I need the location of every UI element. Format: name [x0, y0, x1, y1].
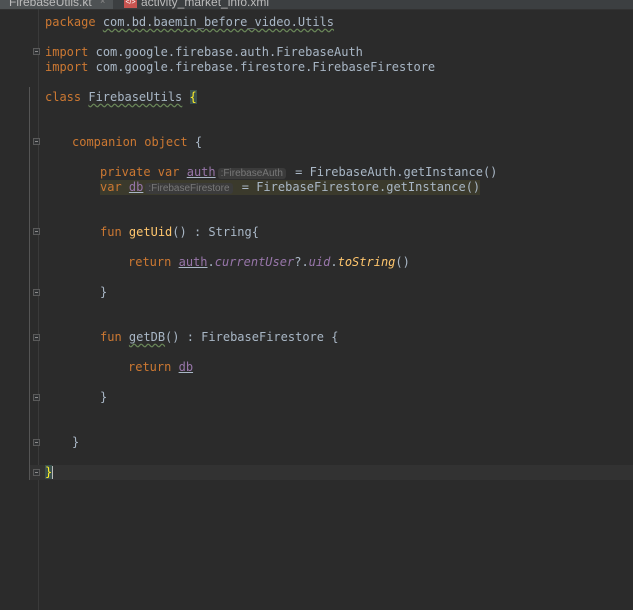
function-call: toString [337, 255, 396, 269]
property-db: db [128, 180, 144, 194]
brace: } [100, 390, 108, 404]
brace: } [72, 435, 80, 449]
dot: . [207, 255, 215, 269]
keyword: return [128, 360, 172, 374]
fold-marker-icon[interactable] [33, 469, 40, 476]
function-name: getDB [128, 330, 166, 344]
code-line-companion[interactable]: companion object { [72, 135, 202, 150]
property-current-user: currentUser [214, 255, 295, 269]
fold-marker-icon[interactable] [33, 394, 40, 401]
code-line-db[interactable]: var db:FirebaseFirestore = FirebaseFires… [100, 180, 481, 195]
text-cursor [52, 466, 54, 479]
type-hint: :FirebaseAuth [217, 168, 286, 179]
property-auth: auth [178, 255, 208, 269]
code-line-close-getuid[interactable]: } [100, 285, 107, 300]
brace: { [187, 135, 203, 149]
dot: . [330, 255, 338, 269]
code-line-return-uid[interactable]: return auth.currentUser?.uid.toString() [128, 255, 410, 270]
code-line-import-1[interactable]: import com.google.firebase.auth.Firebase… [45, 45, 363, 60]
code-line-close-class[interactable]: } [45, 465, 54, 480]
keyword: return [128, 255, 172, 269]
keyword: class [45, 90, 82, 104]
keyword: fun [100, 225, 122, 239]
code-line-fun-getuid[interactable]: fun getUid() : String{ [100, 225, 259, 240]
keyword: import [45, 45, 89, 59]
code-line-auth[interactable]: private var auth:FirebaseAuth = Firebase… [100, 165, 497, 180]
parens: () [395, 255, 410, 269]
brace-match: { [189, 90, 197, 104]
tab-label: FirebaseUtils.kt [9, 0, 92, 9]
code-line-class[interactable]: class FirebaseUtils { [45, 90, 197, 105]
import-path: com.google.firebase.auth.FirebaseAuth [95, 45, 363, 59]
keyword: import [45, 60, 89, 74]
fold-marker-icon[interactable] [33, 289, 40, 296]
import-path: com.google.firebase.firestore.FirebaseFi… [95, 60, 436, 74]
type-hint: :FirebaseFirestore [145, 183, 233, 194]
package-name: com.bd.baemin_before_video.Utils [102, 15, 334, 29]
tab-firebaseutils[interactable]: FirebaseUtils.kt × [0, 0, 113, 9]
code-line-return-db[interactable]: return db [128, 360, 193, 375]
fold-marker-icon[interactable] [33, 48, 40, 55]
fold-marker-icon[interactable] [33, 138, 40, 145]
tab-activity-market-info[interactable]: </> activity_market_info.xml [120, 0, 320, 9]
code-line-import-2[interactable]: import com.google.firebase.firestore.Fir… [45, 60, 435, 75]
fold-marker-icon[interactable] [33, 439, 40, 446]
tab-label: activity_market_info.xml [141, 0, 270, 9]
tab-close-icon[interactable]: × [100, 0, 105, 8]
signature: () : String{ [172, 225, 259, 239]
property-db: db [178, 360, 194, 374]
keyword: private var [100, 165, 180, 179]
initializer: = FirebaseFirestore.getInstance() [234, 180, 481, 194]
keyword: package [45, 15, 96, 29]
keyword: companion object [72, 135, 188, 149]
signature: () : FirebaseFirestore { [165, 330, 339, 344]
code-line-fun-getdb[interactable]: fun getDB() : FirebaseFirestore { [100, 330, 338, 345]
brace: } [100, 285, 108, 299]
code-line-package[interactable]: package com.bd.baemin_before_video.Utils [45, 15, 334, 30]
property-uid: uid [308, 255, 331, 269]
safe-call: ?. [294, 255, 309, 269]
code-line-close-companion[interactable]: } [72, 435, 79, 450]
current-line-highlight [30, 465, 633, 480]
gutter-separator [38, 9, 39, 610]
keyword: fun [100, 330, 122, 344]
editor-tab-bar: FirebaseUtils.kt × </> activity_market_i… [0, 0, 633, 10]
code-line-close-getdb[interactable]: } [100, 390, 107, 405]
fold-guide [29, 87, 30, 480]
property-auth: auth [186, 165, 216, 179]
xml-file-icon: </> [124, 0, 137, 8]
fold-marker-icon[interactable] [33, 334, 40, 341]
function-name: getUid [128, 225, 173, 239]
brace-match: } [45, 465, 53, 479]
class-name: FirebaseUtils [88, 90, 183, 104]
fold-marker-icon[interactable] [33, 228, 40, 235]
initializer: = FirebaseAuth.getInstance() [287, 165, 498, 179]
keyword: var [100, 180, 122, 194]
